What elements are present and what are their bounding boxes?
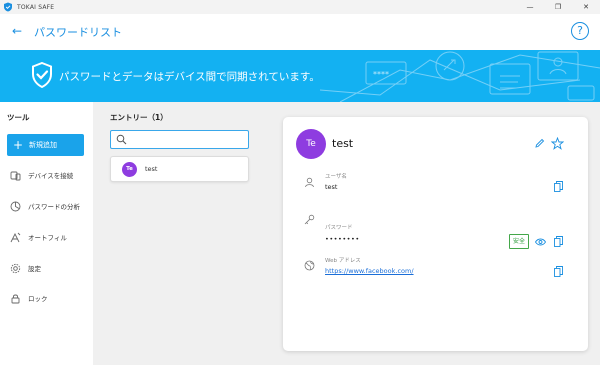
key-icon — [304, 214, 315, 225]
search-icon — [116, 134, 127, 145]
plus-icon: + — [13, 138, 24, 152]
sidebar-item-lock[interactable]: ロック — [10, 291, 48, 305]
sidebar: ツール + 新規追加 デバイスを接続 パスワードの分析 オートフィル 設定 ロッ… — [0, 102, 93, 365]
entry-list-panel: エントリー（1） Te test — [93, 102, 267, 365]
sidebar-item-label: オートフィル — [28, 234, 67, 242]
entry-title: test — [332, 137, 354, 150]
avatar: Te — [122, 162, 137, 177]
sidebar-title: ツール — [7, 113, 30, 122]
copy-icon[interactable] — [554, 266, 563, 277]
avatar: Te — [296, 129, 326, 159]
copy-icon[interactable] — [554, 236, 563, 247]
lock-icon — [11, 294, 20, 303]
strength-badge: 安全 — [509, 234, 529, 249]
sidebar-item-autofill[interactable]: オートフィル — [10, 230, 67, 244]
eye-icon[interactable] — [535, 238, 546, 246]
banner-illustration: **** — [320, 51, 600, 102]
star-icon[interactable] — [551, 137, 564, 150]
autofill-icon — [10, 232, 21, 242]
password-value: •••••••• — [325, 235, 360, 243]
sidebar-item-label: ロック — [28, 295, 48, 303]
globe-icon — [304, 260, 315, 271]
search-input[interactable] — [110, 130, 249, 149]
sync-banner: パスワードとデータはデバイス間で同期されています。 **** — [0, 50, 600, 102]
username-value: test — [325, 183, 338, 191]
app-logo-icon — [4, 2, 12, 12]
back-arrow-icon[interactable]: ← — [12, 24, 26, 38]
banner-text: パスワードとデータはデバイス間で同期されています。 — [59, 71, 320, 83]
device-icon — [10, 171, 21, 180]
help-icon[interactable]: ? — [571, 22, 589, 40]
window-title: TOKAI SAFE — [17, 3, 55, 11]
sidebar-item-password-analysis[interactable]: パスワードの分析 — [10, 199, 80, 213]
sidebar-item-settings[interactable]: 設定 — [10, 261, 41, 275]
sidebar-item-label: パスワードの分析 — [28, 203, 80, 211]
maximize-button[interactable]: ❐ — [544, 0, 572, 14]
entry-name: test — [145, 165, 158, 173]
username-label: ユーザ名 — [325, 174, 347, 180]
sidebar-item-label: デバイスを接続 — [28, 172, 74, 180]
entries-title: エントリー（1） — [110, 113, 168, 122]
minimize-button[interactable]: — — [516, 0, 544, 14]
close-button[interactable]: ✕ — [572, 0, 600, 14]
page-title: パスワードリスト — [34, 26, 122, 39]
add-new-label: 新規追加 — [29, 141, 57, 149]
banner-deco-stars: **** — [373, 70, 389, 79]
password-label: パスワード — [325, 225, 353, 231]
header: ← パスワードリスト ? — [0, 14, 600, 50]
gear-icon — [10, 263, 21, 273]
title-bar: TOKAI SAFE — ❐ ✕ — [0, 0, 600, 14]
add-new-button[interactable]: + 新規追加 — [7, 134, 84, 156]
shield-check-icon — [32, 62, 52, 88]
analysis-icon — [10, 201, 21, 211]
sidebar-item-label: 設定 — [28, 265, 41, 273]
web-address-link[interactable]: https://www.facebook.com/ — [325, 267, 414, 275]
window-controls: — ❐ ✕ — [516, 0, 600, 14]
entry-detail-card: Te test ユーザ名 test パスワード •••••••• 安全 Web … — [283, 117, 588, 351]
detail-area: Te test ユーザ名 test パスワード •••••••• 安全 Web … — [267, 102, 600, 365]
list-item[interactable]: Te test — [110, 156, 249, 182]
user-icon — [305, 177, 314, 188]
sidebar-item-connect-device[interactable]: デバイスを接続 — [10, 168, 73, 182]
copy-icon[interactable] — [554, 181, 563, 192]
edit-pencil-icon[interactable] — [534, 138, 545, 149]
web-address-label: Web アドレス — [325, 258, 361, 264]
